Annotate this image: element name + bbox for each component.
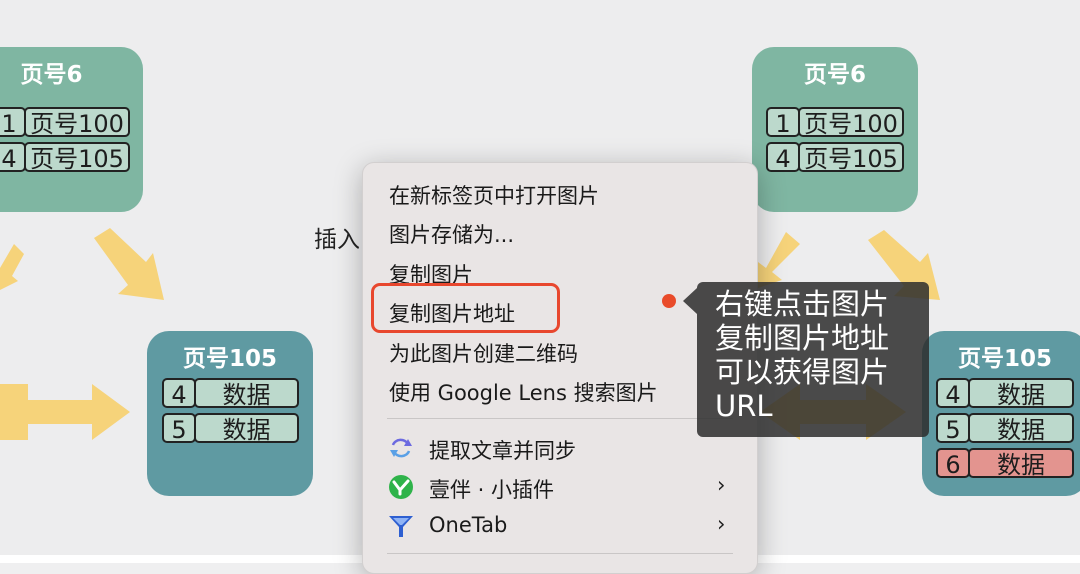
page-key-cell: 1 xyxy=(0,107,26,138)
page-key-cell: 4 xyxy=(162,378,196,409)
page-key-cell: 5 xyxy=(162,413,196,444)
page-key-cell: 4 xyxy=(0,142,26,173)
page-key-cell: 5 xyxy=(936,413,970,444)
page-key-cell: 4 xyxy=(766,142,800,173)
page-title: 页号105 xyxy=(182,346,277,372)
page-value-cell-new: 数据 xyxy=(968,448,1074,479)
highlight-box xyxy=(371,283,560,333)
tooltip-pointer xyxy=(683,288,697,314)
menu-item-save-image-as[interactable]: 图片存储为... xyxy=(389,219,514,249)
arrow-double-horizontal xyxy=(0,384,130,440)
page-value-cell: 数据 xyxy=(194,413,299,444)
tooltip-line: URL xyxy=(715,389,773,423)
arrow-down-right xyxy=(94,228,164,300)
page-key-cell: 1 xyxy=(766,107,800,138)
page-node-105-right: 页号105 4 数据 5 数据 6 数据 xyxy=(922,331,1080,496)
menu-item-create-qr-code[interactable]: 为此图片创建二维码 xyxy=(389,338,578,368)
menu-item-extract-article-sync[interactable]: 提取文章并同步 xyxy=(429,435,576,465)
page-key-cell-new: 6 xyxy=(936,448,970,479)
menu-item-onetab[interactable]: OneTab xyxy=(429,513,507,537)
page-value-cell: 页号105 xyxy=(798,142,904,173)
yiban-logo-icon xyxy=(389,475,413,499)
sync-arrows-icon xyxy=(390,438,412,458)
chevron-right-icon: › xyxy=(717,512,726,536)
menu-item-search-google-lens[interactable]: 使用 Google Lens 搜索图片 xyxy=(389,377,658,407)
tooltip-line: 右键点击图片 xyxy=(715,287,890,321)
page-node-6-left: 页号6 1 页号100 4 页号105 xyxy=(0,47,143,212)
page-value-cell: 数据 xyxy=(194,378,299,409)
page-node-105-left: 页号105 4 数据 5 数据 xyxy=(147,331,313,496)
menu-item-yiban-plugin[interactable]: 壹伴 · 小插件 xyxy=(429,474,554,504)
menu-separator xyxy=(387,553,733,554)
menu-separator xyxy=(387,418,733,419)
page-value-cell: 数据 xyxy=(968,413,1074,444)
page-title: 页号6 xyxy=(803,62,866,88)
onetab-funnel-icon xyxy=(389,516,413,537)
page-value-cell: 数据 xyxy=(968,378,1074,409)
page-title: 页号6 xyxy=(20,62,83,88)
page-value-cell: 页号100 xyxy=(798,107,904,138)
chevron-right-icon: › xyxy=(717,473,726,497)
page-node-6-right: 页号6 1 页号100 4 页号105 xyxy=(752,47,918,212)
page-title: 页号105 xyxy=(957,346,1052,372)
tooltip-line: 复制图片地址 xyxy=(715,321,890,355)
annotation-tooltip: 右键点击图片 复制图片地址 可以获得图片 URL xyxy=(697,282,929,437)
diagram-caption: 插入 xyxy=(314,227,360,253)
page-value-cell: 页号100 xyxy=(24,107,130,138)
tooltip-line: 可以获得图片 xyxy=(715,355,890,389)
arrow-down-left xyxy=(0,244,24,290)
page-key-cell: 4 xyxy=(936,378,970,409)
menu-item-open-image-new-tab[interactable]: 在新标签页中打开图片 xyxy=(389,180,599,210)
annotation-dot xyxy=(662,294,676,308)
page-value-cell: 页号105 xyxy=(24,142,130,173)
